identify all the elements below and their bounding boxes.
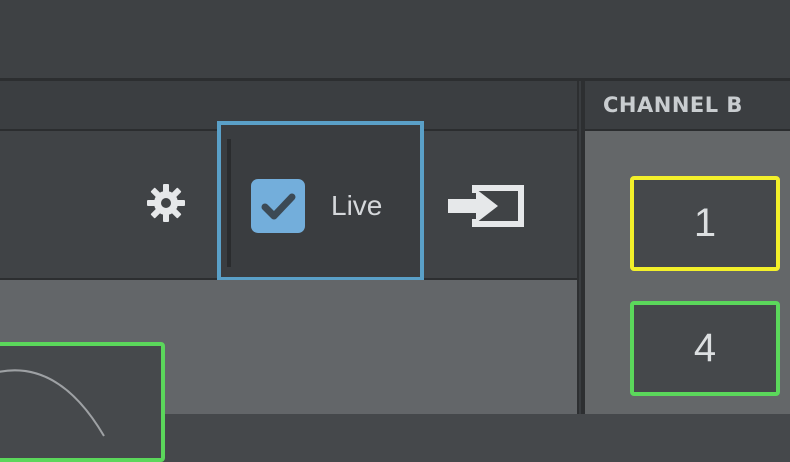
panel-splitter[interactable]	[577, 81, 585, 414]
gear-icon[interactable]	[146, 183, 186, 223]
live-checkbox[interactable]	[251, 179, 305, 233]
live-toggle-edge	[227, 139, 231, 267]
live-label: Live	[331, 190, 383, 221]
top-bar	[0, 0, 790, 79]
preview-card[interactable]	[0, 342, 165, 462]
export-icon[interactable]	[446, 181, 530, 233]
channel-panel-header: CHANNEL B	[585, 81, 790, 131]
arc-graphic	[0, 369, 105, 437]
splitter-groove	[579, 81, 581, 414]
live-toggle[interactable]: Live	[217, 121, 424, 281]
channel-button-4[interactable]: 4	[630, 301, 780, 396]
checkmark-icon	[261, 193, 296, 220]
channel-button-1[interactable]: 1	[630, 176, 780, 271]
toolbar: Live	[0, 121, 577, 281]
channel-panel-title: CHANNEL B	[603, 93, 743, 117]
channel-panel: 1 4	[585, 131, 790, 414]
preview-area	[0, 280, 577, 462]
